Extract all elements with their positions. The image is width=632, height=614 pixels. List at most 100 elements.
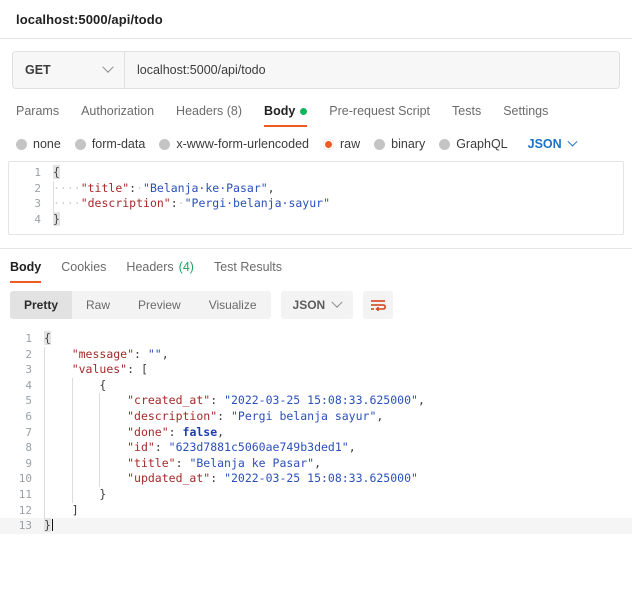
code-text: "created_at": "2022-03-25 15:08:33.62500…: [44, 393, 425, 409]
radio-label: binary: [391, 137, 426, 151]
code-line: 3 ····"description":·"Pergi·belanja·sayu…: [9, 196, 623, 212]
response-view-segment: Pretty Raw Preview Visualize: [10, 291, 271, 319]
response-format-select[interactable]: JSON: [280, 291, 354, 319]
response-tab-test-results[interactable]: Test Results: [214, 260, 282, 283]
code-text: "message": "",: [44, 346, 169, 363]
radio-icon: [74, 138, 86, 150]
code-line: 7 "done": false,: [0, 424, 632, 441]
radio-none[interactable]: none: [16, 137, 61, 151]
tab-label: Authorization: [81, 104, 155, 118]
response-tab-headers[interactable]: Headers (4): [126, 260, 194, 283]
code-line: 1 {: [0, 331, 632, 347]
tab-body[interactable]: Body: [264, 104, 308, 127]
code-line: 1 {: [9, 165, 623, 181]
url-input[interactable]: localhost:5000/api/todo: [125, 52, 619, 88]
tab-label: Headers: [126, 260, 174, 274]
tab-label: Settings: [503, 104, 549, 118]
header-divider: [0, 38, 632, 39]
radio-selected-icon: [323, 138, 334, 150]
radio-graphql[interactable]: GraphQL: [439, 137, 508, 151]
line-number: 13: [18, 519, 32, 533]
line-number: 12: [18, 503, 32, 517]
tab-label: Params: [16, 104, 60, 118]
radio-label: x-www-form-urlencoded: [176, 137, 309, 151]
code-line: 9 "title": "Belanja ke Pasar",: [0, 455, 632, 472]
text-cursor: [51, 519, 53, 532]
line-number: 6: [25, 409, 32, 423]
radio-label: none: [33, 137, 61, 151]
http-method-select[interactable]: GET: [13, 52, 125, 88]
code-line: 10 "updated_at": "2022-03-25 15:08:33.62…: [0, 471, 632, 487]
code-text: "done": false,: [44, 424, 224, 441]
code-line: 2 ····"title":·"Belanja·ke·Pasar",: [9, 180, 623, 197]
code-text: }: [53, 211, 60, 226]
line-number: 2: [34, 181, 41, 195]
window-header: localhost:5000/api/todo: [0, 0, 632, 38]
word-wrap-button[interactable]: [363, 291, 394, 319]
radio-icon: [16, 138, 27, 150]
code-text: {: [44, 377, 106, 394]
radio-icon: [439, 138, 451, 150]
radio-icon: [159, 138, 171, 150]
word-wrap-icon: [371, 300, 387, 312]
line-number: 11: [18, 487, 32, 501]
http-method-label: GET: [25, 63, 51, 77]
response-tab-cookies[interactable]: Cookies: [61, 260, 106, 283]
response-body-editor[interactable]: 1 { 2 "message": "", 3 "values": [ 4 { 5…: [0, 327, 632, 549]
code-line: 8 "id": "623d7881c5060ae749b3ded1",: [0, 440, 632, 456]
radio-label: GraphQL: [456, 137, 508, 151]
view-pretty[interactable]: Pretty: [10, 291, 73, 319]
tab-label: Pre-request Script: [329, 104, 431, 118]
tab-headers[interactable]: Headers (8): [176, 104, 242, 127]
radio-x-www-form-urlencoded[interactable]: x-www-form-urlencoded: [159, 137, 309, 151]
view-raw[interactable]: Raw: [72, 291, 124, 319]
body-type-options: none form-data x-www-form-urlencoded raw…: [0, 127, 632, 151]
response-tab-body[interactable]: Body: [10, 260, 42, 283]
radio-binary[interactable]: binary: [374, 137, 425, 151]
code-line: 2 "message": "",: [0, 346, 632, 363]
radio-form-data[interactable]: form-data: [74, 137, 145, 151]
line-number: 9: [25, 456, 32, 470]
tab-label: Test Results: [213, 260, 283, 274]
code-line: 3 "values": [: [0, 362, 632, 378]
tab-pre-request-script[interactable]: Pre-request Script: [329, 104, 430, 127]
code-text: {: [44, 331, 51, 345]
radio-raw[interactable]: raw: [323, 137, 360, 151]
response-format-label: JSON: [292, 298, 326, 312]
code-text: ]: [44, 502, 79, 519]
request-body-editor[interactable]: 1 { 2 ····"title":·"Belanja·ke·Pasar", 3…: [8, 161, 624, 235]
tab-label: Headers (8): [176, 104, 243, 118]
request-tabs: Params Authorization Headers (8) Body Pr…: [0, 89, 632, 127]
tab-label: Body: [10, 260, 42, 274]
code-text: "id": "623d7881c5060ae749b3ded1",: [44, 440, 356, 456]
tab-params[interactable]: Params: [16, 104, 59, 127]
body-format-label: JSON: [527, 137, 562, 151]
tab-label: Cookies: [61, 260, 107, 274]
code-line: 11 }: [0, 486, 632, 503]
response-tabs: Body Cookies Headers (4) Test Results: [0, 249, 632, 283]
page-title: localhost:5000/api/todo: [16, 11, 163, 27]
code-text: ····"description":·"Pergi·belanja·sayur": [53, 196, 330, 212]
code-line: 12 ]: [0, 502, 632, 519]
view-preview[interactable]: Preview: [124, 291, 195, 319]
view-visualize[interactable]: Visualize: [195, 291, 271, 319]
tab-label: Body: [264, 104, 296, 118]
code-text: "title": "Belanja ke Pasar",: [44, 455, 321, 472]
line-number: 2: [25, 347, 32, 361]
response-toolbar: Pretty Raw Preview Visualize JSON: [0, 283, 632, 319]
tab-settings[interactable]: Settings: [503, 104, 548, 127]
headers-count: (4): [178, 260, 194, 274]
line-number: 4: [25, 378, 32, 392]
code-line: 13 }: [0, 518, 632, 534]
tab-authorization[interactable]: Authorization: [81, 104, 154, 127]
line-number: 8: [25, 441, 32, 455]
body-format-select[interactable]: JSON: [527, 136, 578, 151]
line-number: 4: [34, 212, 41, 226]
code-line: 5 "created_at": "2022-03-25 15:08:33.625…: [0, 393, 632, 409]
body-modified-dot-icon: [300, 107, 308, 115]
code-text: }: [44, 518, 53, 533]
line-number: 3: [25, 363, 32, 377]
chevron-down-icon: [102, 61, 114, 73]
tab-tests[interactable]: Tests: [452, 104, 481, 127]
tab-label: Tests: [452, 104, 482, 118]
